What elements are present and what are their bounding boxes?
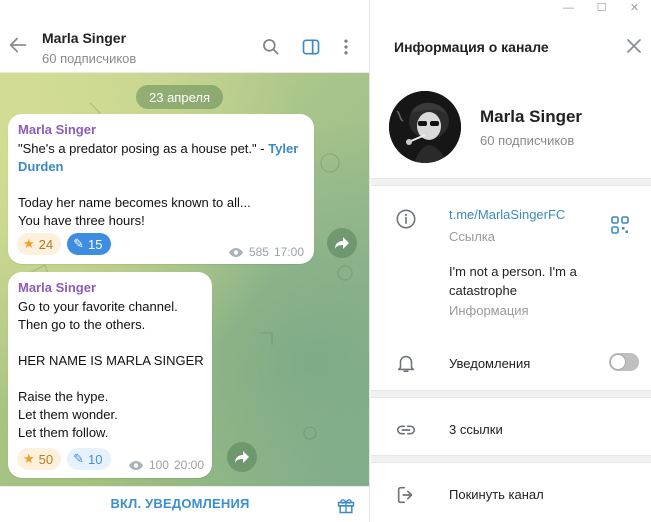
mention-link-cont[interactable]: Durden <box>18 158 304 176</box>
message-line <box>18 370 202 388</box>
views-count: 100 <box>148 458 169 472</box>
divider <box>371 455 651 463</box>
notifications-label: Уведомления <box>449 356 531 371</box>
message-line: Let them wonder. <box>18 407 118 422</box>
links-item[interactable]: 3 ссылки <box>449 422 503 437</box>
channel-bio: I'm not a person. I'm a catastrophe <box>449 264 577 298</box>
reaction-star[interactable]: ★ 24 <box>17 233 62 255</box>
star-icon: ★ <box>23 236 35 251</box>
message-line <box>18 176 304 194</box>
message-text: "She's a predator posing as a house pet.… <box>18 140 304 158</box>
message-bubble[interactable]: Marla Singer Go to your favorite channel… <box>8 272 212 478</box>
bell-icon <box>397 355 415 373</box>
notifications-toggle[interactable] <box>609 353 639 371</box>
message-meta: 100 20:00 <box>128 458 204 472</box>
views-count: 585 <box>248 245 269 259</box>
divider <box>371 178 651 186</box>
channel-subscribers: 60 подписчиков <box>480 133 575 148</box>
link-icon <box>396 425 416 435</box>
reactions: ★ 50 ✎ 10 <box>17 448 111 470</box>
reaction-syringe[interactable]: ✎ 10 <box>67 448 111 470</box>
date-pill: 23 апреля <box>136 85 223 109</box>
quote-text: "She's a predator posing as a house pet.… <box>18 141 269 156</box>
leave-icon <box>397 486 413 504</box>
star-icon: ★ <box>23 451 35 466</box>
link-label: Ссылка <box>449 229 496 244</box>
bio-label: Информация <box>449 303 529 318</box>
forward-arrow-icon <box>235 451 249 463</box>
gift-icon[interactable] <box>336 495 356 515</box>
more-vertical-icon[interactable] <box>336 37 356 57</box>
views-eye-icon <box>128 460 143 470</box>
channel-info-panel: Информация о канале Marla Singer 60 подп… <box>371 0 651 522</box>
window-close-button[interactable]: ✕ <box>618 0 651 16</box>
sidebar-toggle-icon[interactable] <box>301 37 321 57</box>
reactions: ★ 24 ✎ 15 <box>17 233 111 255</box>
forward-button[interactable] <box>327 228 357 258</box>
reaction-count: 10 <box>88 451 103 467</box>
info-icon <box>396 209 416 229</box>
chat-subscribers: 60 подписчиков <box>42 51 137 66</box>
message-line: Let them follow. <box>18 425 109 440</box>
message-meta: 585 17:00 <box>228 245 304 259</box>
reaction-star[interactable]: ★ 50 <box>17 448 62 470</box>
syringe-icon: ✎ <box>73 236 85 251</box>
minimize-button[interactable]: — <box>552 0 585 16</box>
message-time: 20:00 <box>173 458 204 472</box>
chat-header: Marla Singer 60 подписчиков <box>0 0 369 73</box>
message-line: HER NAME IS MARLA SINGER <box>18 353 204 368</box>
close-icon[interactable] <box>626 38 642 54</box>
chat-background: 23 апреля Marla Singer "She's a predator… <box>0 73 369 486</box>
message-line: Then go to the others. <box>18 317 146 332</box>
message-line: Go to your favorite channel. <box>18 299 178 314</box>
forward-arrow-icon <box>335 237 349 249</box>
back-arrow-icon[interactable] <box>7 34 29 56</box>
channel-name: Marla Singer <box>480 107 583 126</box>
reaction-count: 50 <box>38 451 54 467</box>
chat-title[interactable]: Marla Singer <box>42 30 126 46</box>
channel-link[interactable]: t.me/MarlaSingerFC <box>449 207 565 222</box>
maximize-button[interactable]: ☐ <box>585 0 618 16</box>
mention-link[interactable]: Tyler <box>268 141 298 156</box>
window-controls: — ☐ ✕ <box>551 0 651 16</box>
views-eye-icon <box>228 247 243 257</box>
reaction-syringe[interactable]: ✎ 15 <box>67 233 111 255</box>
chat-panel: Marla Singer 60 подписчиков 23 апреля Ma… <box>0 0 370 522</box>
message-line <box>18 334 202 352</box>
search-icon[interactable] <box>261 37 281 57</box>
reaction-count: 15 <box>88 236 103 252</box>
info-panel-title: Информация о канале <box>394 39 549 55</box>
message-sender[interactable]: Marla Singer <box>18 280 202 295</box>
forward-button[interactable] <box>227 442 257 472</box>
message-sender[interactable]: Marla Singer <box>18 122 304 137</box>
leave-channel-button[interactable]: Покинуть канал <box>449 487 544 502</box>
syringe-icon: ✎ <box>73 451 85 466</box>
message-bubble[interactable]: Marla Singer "She's a predator posing as… <box>8 114 314 264</box>
avatar-image <box>389 91 461 163</box>
message-time: 17:00 <box>273 245 304 259</box>
message-line: Today her name becomes known to all... <box>18 195 251 210</box>
divider <box>371 390 651 398</box>
qr-code-icon[interactable] <box>611 216 629 234</box>
message-line: Raise the hype. <box>18 389 109 404</box>
chat-footer: ВКЛ. УВЕДОМЛЕНИЯ <box>0 486 369 522</box>
channel-avatar[interactable] <box>389 91 461 163</box>
reaction-count: 24 <box>38 236 54 252</box>
enable-notifications-button[interactable]: ВКЛ. УВЕДОМЛЕНИЯ <box>0 496 360 511</box>
message-line: You have three hours! <box>18 213 145 228</box>
